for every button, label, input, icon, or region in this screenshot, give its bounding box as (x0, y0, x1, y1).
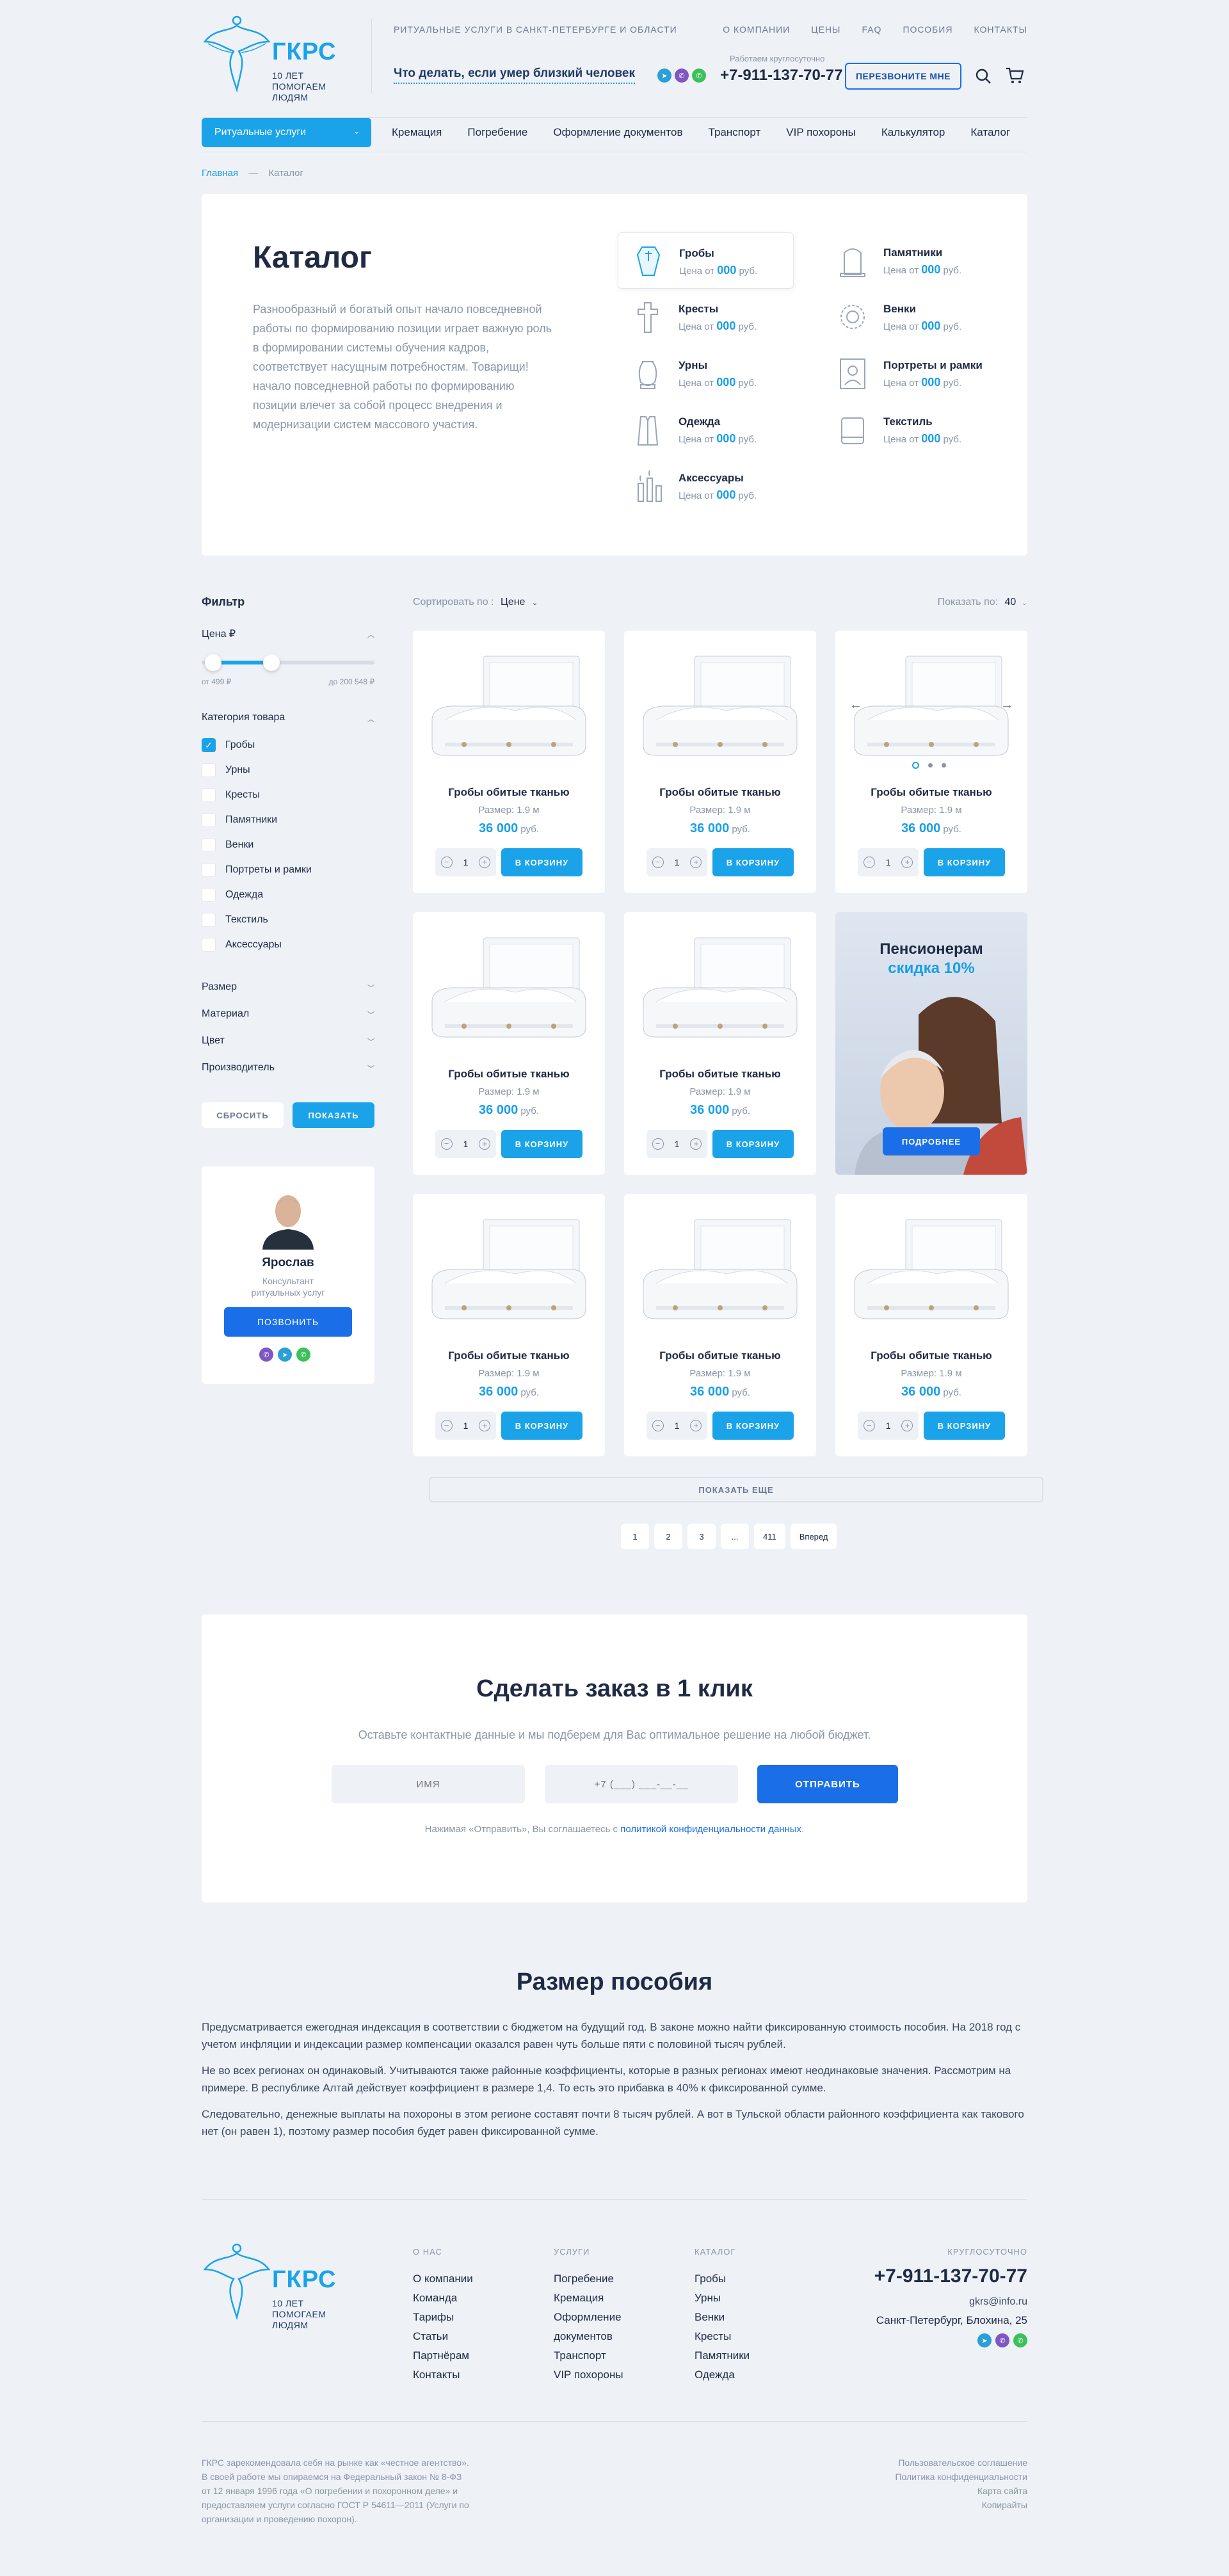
footer-link[interactable]: документов (554, 2327, 623, 2346)
footer-link[interactable]: Контакты (413, 2365, 473, 2385)
footer-divider (202, 2421, 1027, 2422)
footer-email[interactable]: gkrs@info.ru (874, 2296, 1027, 2308)
whatsapp-icon[interactable]: ✆ (1013, 2333, 1027, 2347)
footer-link[interactable]: Транспорт (554, 2346, 623, 2365)
footer-col-about: О НАС О компании Команда Тарифы Статьи Партн… (413, 2247, 473, 2385)
footer-link[interactable]: Партнёрам (413, 2346, 473, 2365)
footer-link[interactable]: Погребение (554, 2269, 623, 2289)
footer-link[interactable]: Кремация (554, 2289, 623, 2308)
footer-link[interactable]: VIP похороны (554, 2365, 623, 2385)
footer-col-services: УСЛУГИ Погребение Кремация Оформление докум… (554, 2247, 623, 2385)
footer-link[interactable]: Команда (413, 2289, 473, 2308)
logo-subtitle: 10 ЛЕТ ПОМОГАЕМ ЛЮДЯМ (272, 2298, 355, 2331)
footer-heading: КРУГЛОСУТОЧНО (947, 2247, 1027, 2257)
logo-subtitle-line: ЛЮДЯМ (272, 2320, 309, 2330)
angel-logo-icon (203, 2243, 271, 2321)
footer-heading: КАТАЛОГ (695, 2247, 736, 2257)
footer-link[interactable]: Гробы (695, 2269, 750, 2289)
footer-messengers: ➤ ✆ ✆ (874, 2333, 1027, 2347)
footer-legal-link[interactable]: Карта сайта (895, 2484, 1027, 2498)
footer-legal-link[interactable]: Политика конфиденциальности (895, 2470, 1027, 2484)
footer-link[interactable]: Памятники (695, 2346, 750, 2365)
footer-link[interactable]: Тарифы (413, 2308, 473, 2327)
footer-link[interactable]: Урны (695, 2289, 750, 2308)
footer-link[interactable]: О компании (413, 2269, 473, 2289)
footer-link[interactable]: Венки (695, 2308, 750, 2327)
footer-link[interactable]: Кресты (695, 2327, 750, 2346)
footer-divider (202, 2199, 1027, 2200)
footer-legal-links: Пользовательское соглашение Политика конф… (895, 2456, 1027, 2512)
footer-phone[interactable]: +7-911-137-70-77 (874, 2266, 1027, 2287)
footer-address: Санкт-Петербург, Блохина, 25 (876, 2314, 1027, 2326)
footer-legal-link[interactable]: Копирайты (895, 2498, 1027, 2512)
footer-logo[interactable]: ГКРС 10 ЛЕТ ПОМОГАЕМ ЛЮДЯМ (202, 2241, 355, 2330)
footer-col-catalog: КАТАЛОГ Гробы Урны Венки Кресты Памятники Оде… (695, 2247, 750, 2385)
viber-icon[interactable]: ✆ (995, 2333, 1009, 2347)
footer-contacts: КРУГЛОСУТОЧНО +7-911-137-70-77 gkrs@info… (874, 2247, 1027, 2347)
footer-link[interactable]: Оформление (554, 2308, 623, 2327)
footer-heading: УСЛУГИ (554, 2247, 590, 2257)
footer-link[interactable]: Одежда (695, 2365, 750, 2385)
footer-link[interactable]: Статьи (413, 2327, 473, 2346)
footer-about-text: ГКРС зарекомендовала себя на рынке как «… (202, 2458, 469, 2524)
footer-legal-link[interactable]: Пользовательское соглашение (895, 2456, 1027, 2470)
telegram-icon[interactable]: ➤ (977, 2333, 992, 2347)
logo-subtitle-line: 10 ЛЕТ ПОМОГАЕМ (272, 2298, 326, 2319)
site-footer: ГКРС 10 ЛЕТ ПОМОГАЕМ ЛЮДЯМ О НАС О компа… (202, 0, 1027, 2576)
footer-heading: О НАС (413, 2247, 442, 2257)
logo-name: ГКРС (272, 2266, 337, 2293)
